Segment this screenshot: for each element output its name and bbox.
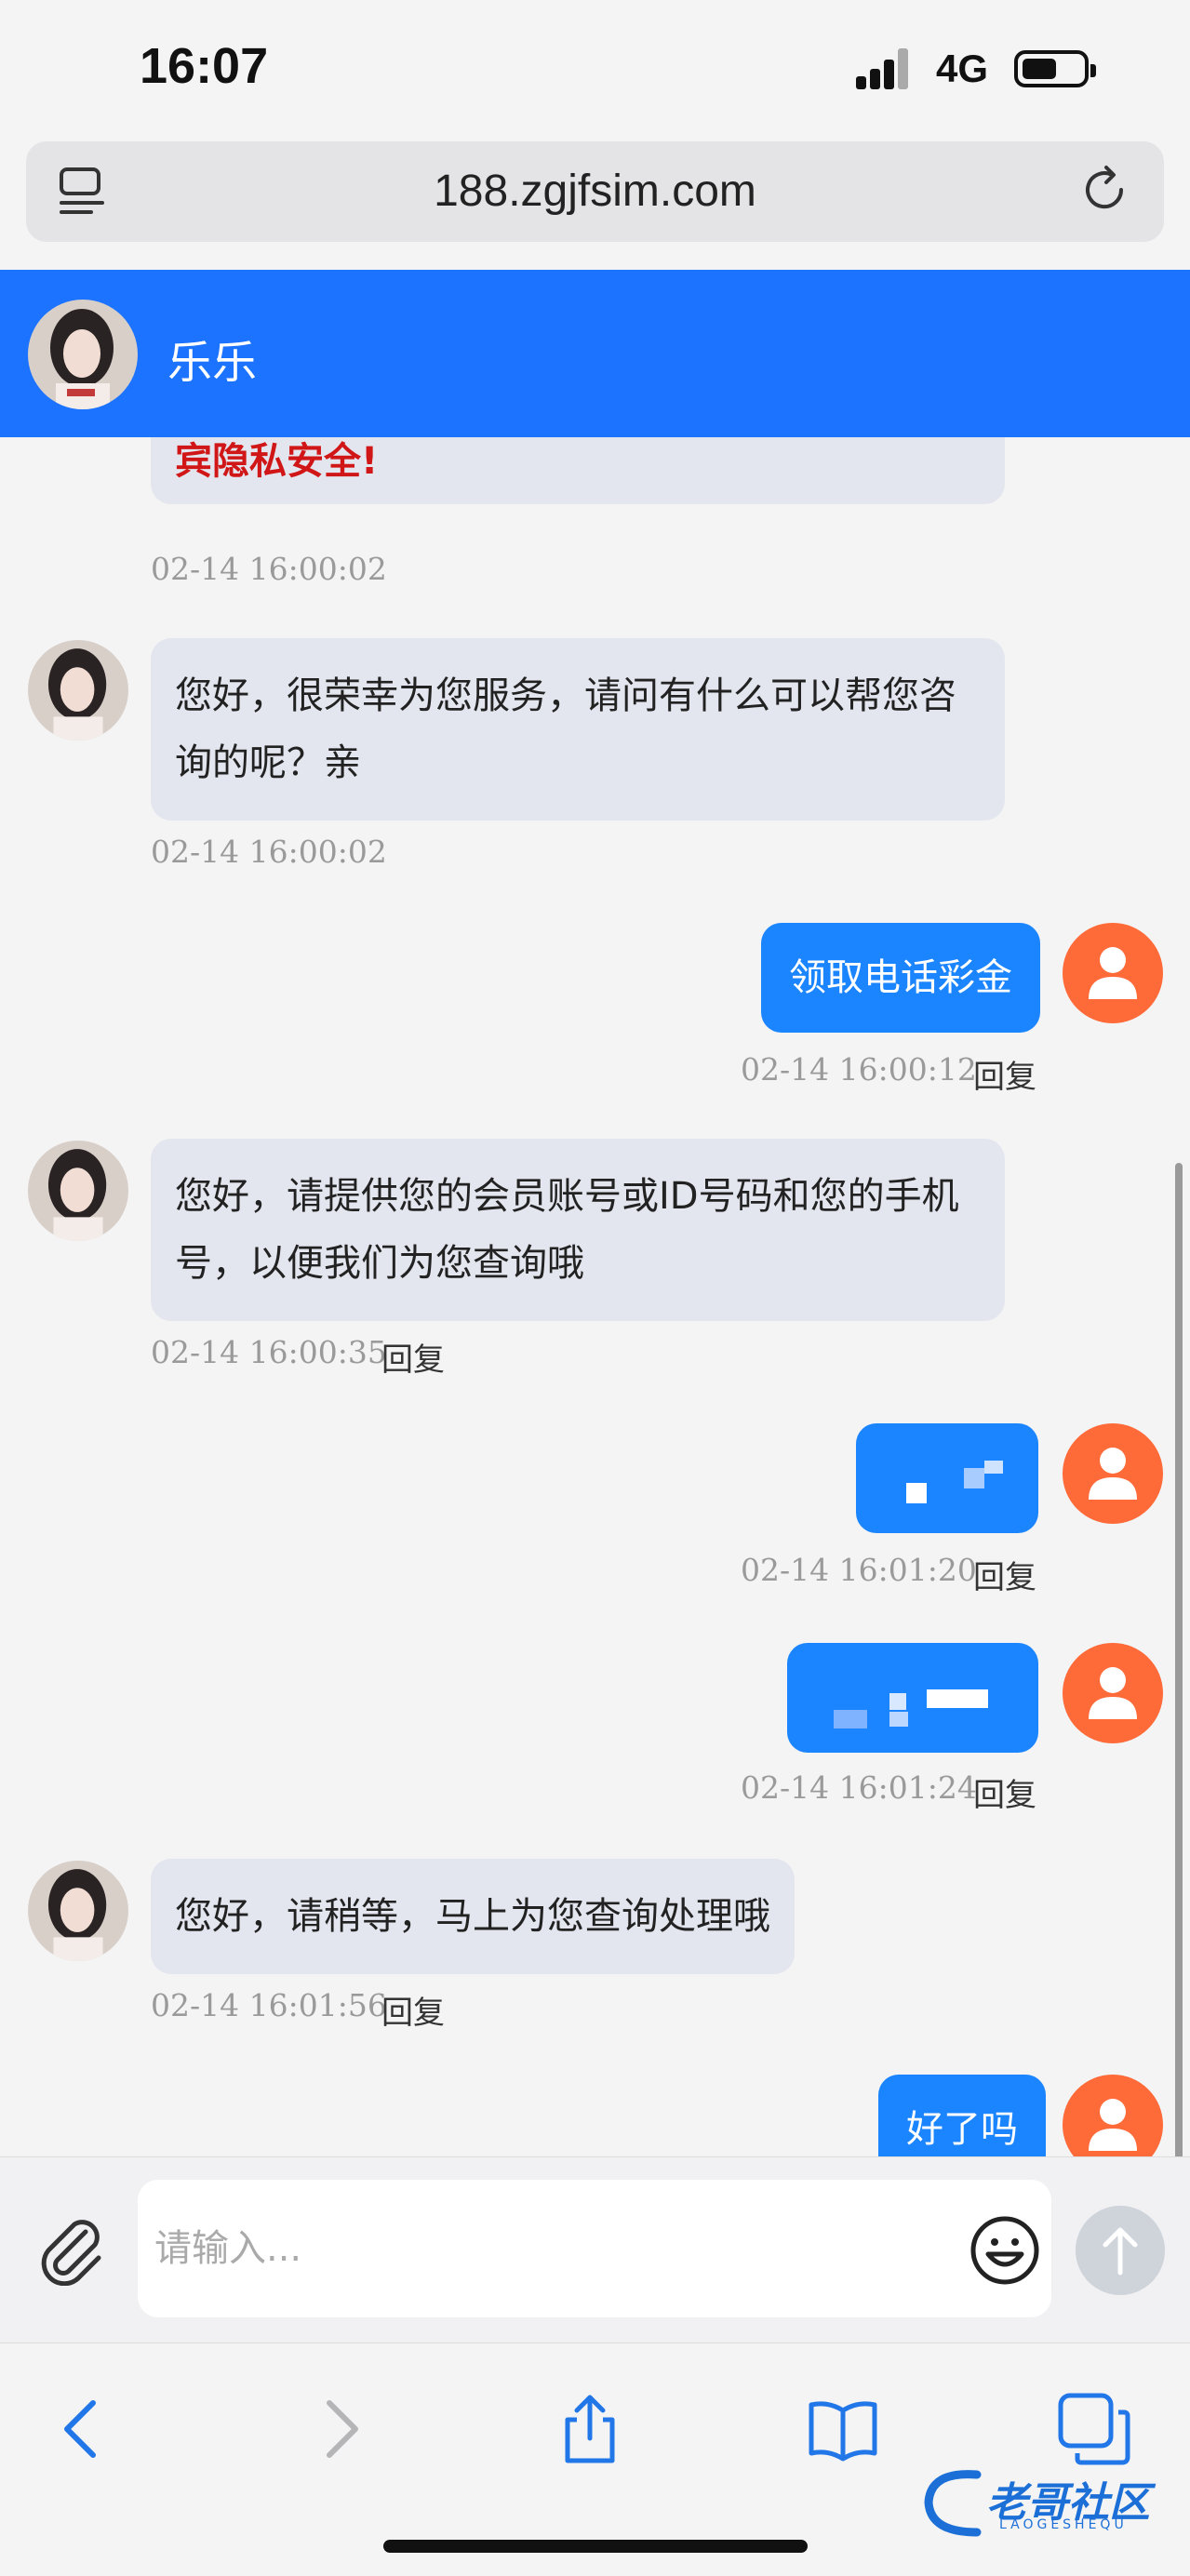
network-type: 4G (936, 47, 989, 90)
message-bubble-user: 领取电话彩金 (761, 923, 1040, 1033)
arrow-up-icon (1103, 2227, 1138, 2276)
message-composer (0, 2156, 1190, 2342)
user-avatar (1063, 2075, 1163, 2156)
message-timestamp: 02-14 16:01:56 (151, 1987, 387, 2023)
message-bubble-agent: 宾隐私安全! (151, 437, 1005, 504)
user-avatar (1063, 1423, 1163, 1524)
message-timestamp: 02-14 16:00:02 (151, 834, 387, 870)
watermark-logo: 老哥社区 LAOGESHEQU (921, 2465, 1182, 2540)
message-bubble-agent: 您好，请提供您的会员账号或ID号码和您的手机号，以便我们为您查询哦 (151, 1139, 1005, 1321)
reply-link[interactable]: 回复 (381, 1987, 445, 2033)
message-timestamp: 02-14 16:01:24 (741, 1769, 977, 1806)
redacted-content (984, 1461, 1003, 1474)
agent-avatar (28, 640, 128, 741)
status-time: 16:07 (140, 38, 269, 94)
address-bar[interactable]: 188.zgjfsim.com (26, 141, 1164, 242)
chat-header: 乐乐 (0, 270, 1190, 437)
tabs-icon[interactable] (1057, 2392, 1131, 2466)
agent-avatar (28, 1141, 128, 1241)
battery-icon (1014, 50, 1096, 87)
agent-avatar (28, 1861, 128, 1961)
redacted-content (889, 1693, 906, 1710)
reply-link[interactable]: 回复 (381, 1334, 445, 1380)
bookmarks-icon[interactable] (806, 2392, 880, 2466)
user-icon (1089, 947, 1137, 999)
message-bubble-user: 好了吗 (878, 2075, 1046, 2156)
user-icon (1089, 1448, 1137, 1500)
message-bubble-agent: 您好，请稍等，马上为您查询处理哦 (151, 1859, 795, 1974)
message-text: 好了吗 (906, 2108, 1018, 2151)
share-icon[interactable] (553, 2392, 627, 2466)
send-button[interactable] (1076, 2206, 1165, 2295)
message-timestamp: 02-14 16:00:35 (151, 1334, 387, 1370)
attachment-icon[interactable] (33, 2211, 108, 2286)
message-text: 领取电话彩金 (789, 956, 1012, 999)
message-text: 您好，请提供您的会员账号或ID号码和您的手机号，以便我们为您查询哦 (175, 1175, 959, 1285)
reply-link[interactable]: 回复 (973, 1051, 1036, 1097)
message-text: 您好，很荣幸为您服务，请问有什么可以帮您咨询的呢？亲 (175, 674, 956, 784)
message-text: 宾隐私安全! (175, 440, 379, 483)
user-avatar (1063, 923, 1163, 1023)
message-timestamp: 02-14 16:00:12 (741, 1051, 977, 1088)
back-icon[interactable] (45, 2392, 119, 2466)
reply-link[interactable]: 回复 (973, 1769, 1036, 1815)
home-indicator[interactable] (383, 2540, 808, 2553)
message-bubble-agent: 您好，很荣幸为您服务，请问有什么可以帮您咨询的呢？亲 (151, 638, 1005, 821)
message-timestamp: 02-14 16:01:20 (741, 1552, 977, 1588)
message-bubble-user (787, 1643, 1038, 1753)
reply-link[interactable]: 回复 (973, 1552, 1036, 1597)
emoji-icon[interactable] (968, 2213, 1042, 2288)
message-input[interactable] (138, 2180, 1051, 2317)
redacted-content (889, 1712, 908, 1727)
status-bar: 16:07 4G (0, 0, 1190, 140)
chat-message-list[interactable]: 宾隐私安全! 02-14 16:00:02 您好，很荣幸为您服务，请问有什么可以… (0, 437, 1190, 2156)
user-icon (1089, 2099, 1137, 2151)
redacted-content (834, 1710, 867, 1728)
redacted-content (906, 1483, 927, 1503)
redacted-content (964, 1468, 984, 1488)
scrollbar[interactable] (1175, 1163, 1183, 2156)
redacted-content (927, 1689, 988, 1708)
message-bubble-user (856, 1423, 1038, 1533)
forward-icon[interactable] (303, 2392, 378, 2466)
message-timestamp: 02-14 16:00:02 (151, 551, 387, 587)
agent-avatar (28, 300, 138, 409)
agent-name: 乐乐 (167, 337, 258, 389)
signal-icon (856, 48, 917, 89)
user-icon (1089, 1667, 1137, 1719)
url-text[interactable]: 188.zgjfsim.com (26, 166, 1164, 217)
reload-icon[interactable] (1076, 162, 1132, 218)
message-text: 您好，请稍等，马上为您查询处理哦 (175, 1895, 770, 1938)
user-avatar (1063, 1643, 1163, 1743)
